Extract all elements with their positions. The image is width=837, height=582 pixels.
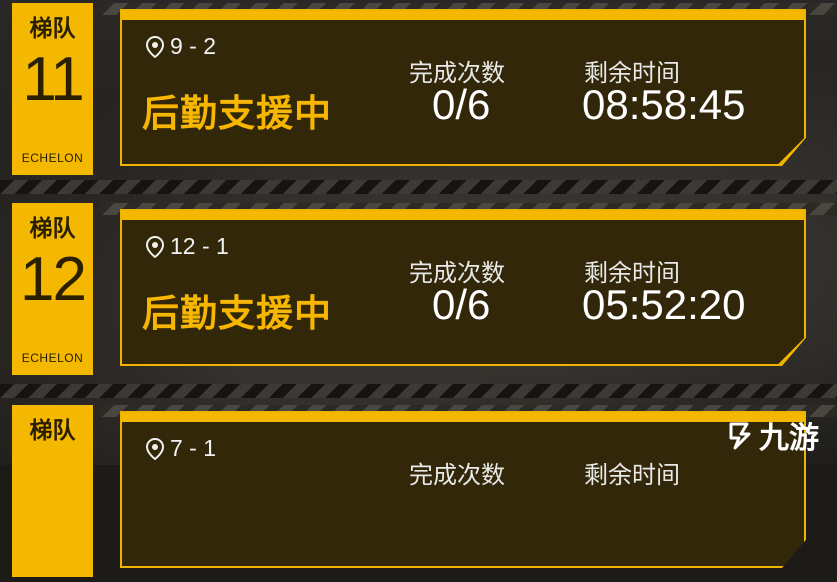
location-pin-icon	[146, 35, 164, 58]
location-text: 9 - 2	[170, 33, 217, 59]
jiuyou-logo-icon	[729, 422, 751, 450]
location: 9 - 2	[146, 33, 216, 60]
echelon-row[interactable]: 梯队 12 ECHELON 12 - 1 后勤支援中 完成次数 0/6 剩余时间…	[0, 200, 837, 380]
watermark-text: 九游	[759, 422, 819, 455]
location-pin-icon	[146, 437, 164, 460]
watermark: 九游	[725, 413, 819, 457]
echelon-number: 12	[20, 245, 87, 314]
location-pin-icon	[146, 235, 164, 258]
status-text: 后勤支援中	[142, 292, 332, 335]
echelon-number: 11	[22, 45, 84, 114]
location-text: 12 - 1	[170, 233, 229, 259]
panel-corner	[778, 338, 804, 364]
echelon-row[interactable]: 梯队 7 - 1 完成次数 剩余时间	[0, 402, 837, 582]
echelon-tag: 梯队 12 ECHELON	[12, 203, 93, 375]
time-label: 剩余时间	[584, 461, 680, 489]
echelon-row[interactable]: 梯队 11 ECHELON 9 - 2 后勤支援中 完成次数 0/6 剩余时间 …	[0, 0, 837, 180]
echelon-label: 梯队	[29, 216, 76, 242]
location-text: 7 - 1	[170, 435, 217, 461]
count-label: 完成次数	[409, 461, 505, 489]
logistics-panel[interactable]: 9 - 2 后勤支援中 完成次数 0/6 剩余时间 08:58:45	[120, 9, 806, 166]
echelon-sub: ECHELON	[21, 151, 84, 165]
panel-topbar	[122, 211, 804, 220]
panel-topbar	[122, 413, 804, 422]
location: 12 - 1	[146, 233, 229, 260]
location: 7 - 1	[146, 435, 216, 462]
row-separator	[0, 180, 837, 194]
echelon-label: 梯队	[29, 418, 76, 444]
logistics-panel[interactable]: 12 - 1 后勤支援中 完成次数 0/6 剩余时间 05:52:20	[120, 209, 806, 366]
time-value: 08:58:45	[582, 81, 746, 128]
panel-corner	[778, 138, 804, 164]
status-text: 后勤支援中	[142, 92, 332, 135]
time-value: 05:52:20	[582, 281, 746, 328]
count-value: 0/6	[432, 281, 491, 328]
row-separator	[0, 384, 837, 398]
logistics-panel[interactable]: 7 - 1 完成次数 剩余时间	[120, 411, 806, 568]
echelon-sub: ECHELON	[21, 351, 84, 365]
echelon-tag: 梯队 11 ECHELON	[12, 3, 93, 175]
echelon-label: 梯队	[29, 16, 76, 42]
panel-topbar	[122, 11, 804, 20]
echelon-tag: 梯队	[12, 405, 93, 577]
count-value: 0/6	[432, 81, 491, 128]
